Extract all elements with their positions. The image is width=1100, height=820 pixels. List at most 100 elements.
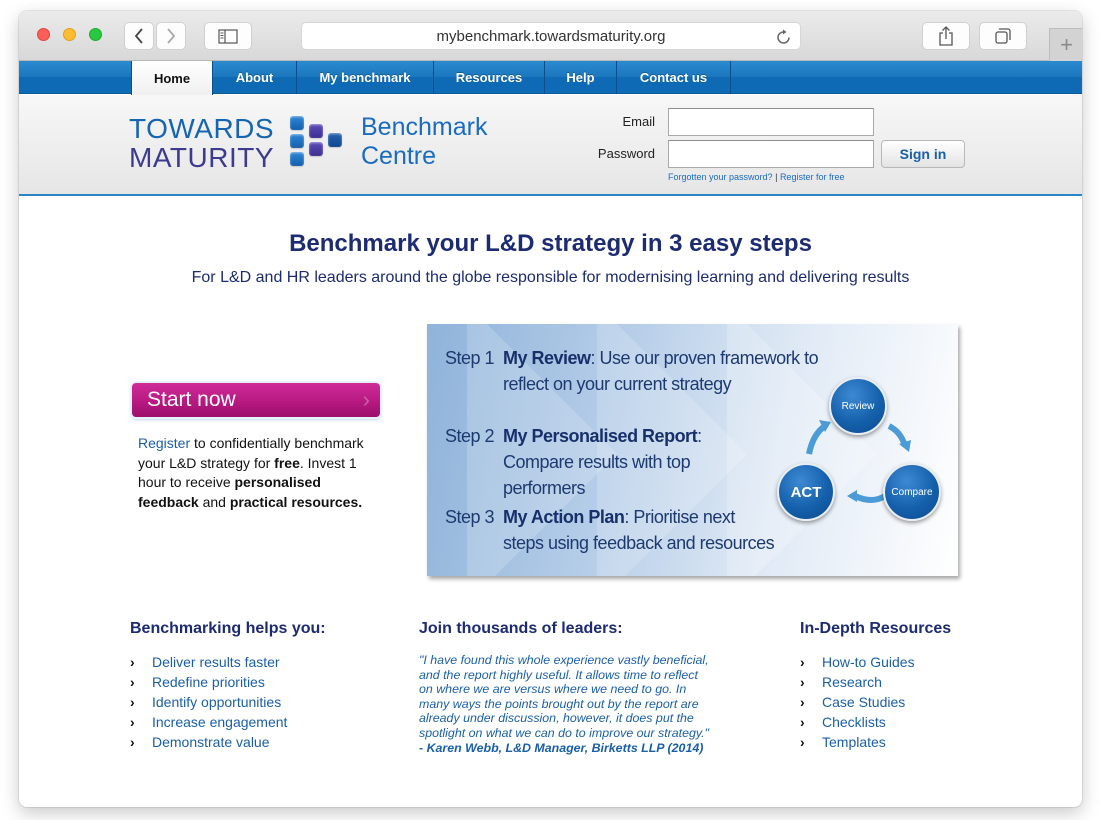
list-item-label: How-to Guides	[822, 654, 915, 670]
testimonial-title: Join thousands of leaders:	[419, 620, 623, 637]
step-description: My Action Plan: Prioritise next steps us…	[503, 504, 778, 556]
chevron-right-icon	[167, 28, 176, 44]
nav-contact-label: Contact us	[639, 70, 708, 85]
cycle-compare-node: Compare	[883, 463, 941, 521]
minimize-window-button[interactable]	[63, 28, 76, 41]
share-button[interactable]	[922, 22, 970, 50]
list-item[interactable]: › Templates	[800, 732, 915, 752]
resources-list: › How-to Guides › Research › Case Studies ›…	[800, 652, 915, 752]
chevron-right-icon: ›	[130, 654, 135, 670]
chevron-right-icon: ›	[800, 674, 805, 690]
email-label: Email	[622, 114, 655, 129]
testimonial-quote: "I have found this whole experience vast…	[419, 653, 709, 755]
chevron-right-icon: ›	[130, 674, 135, 690]
sign-in-button[interactable]: Sign in	[881, 140, 965, 168]
chevron-right-icon: ›	[800, 654, 805, 670]
quote-text: "I have found this whole experience vast…	[419, 653, 709, 740]
cycle-act-node: ACT	[777, 463, 835, 521]
list-item-label: Templates	[822, 734, 886, 750]
page-subtitle: For L&D and HR leaders around the globe …	[191, 269, 910, 286]
chevron-right-icon: ›	[130, 714, 135, 730]
share-icon	[939, 26, 953, 46]
chevron-right-icon: ›	[130, 694, 135, 710]
show-tabs-button[interactable]	[979, 22, 1027, 50]
reload-icon[interactable]	[776, 28, 792, 50]
nav-my-benchmark[interactable]: My benchmark	[297, 61, 434, 94]
product-name-line2: Centre	[361, 142, 437, 170]
chevron-right-icon: ›	[130, 734, 135, 750]
product-name-line1: Benchmark	[361, 113, 488, 141]
logo-text-maturity: MATURITY	[129, 142, 275, 173]
register-link[interactable]: Register	[138, 435, 190, 451]
nav-home-label: Home	[153, 70, 191, 86]
nav-help-label: Help	[566, 70, 595, 85]
zoom-window-button[interactable]	[89, 28, 102, 41]
nav-home[interactable]: Home	[131, 61, 213, 95]
main-nav: Home About My benchmark Resources Help C…	[19, 61, 1082, 95]
address-bar[interactable]: mybenchmark.towardsmaturity.org	[301, 22, 801, 50]
list-item-label: Increase engagement	[152, 714, 288, 730]
list-item[interactable]: › Increase engagement	[130, 712, 287, 732]
password-field[interactable]	[668, 140, 874, 168]
close-window-button[interactable]	[37, 28, 50, 41]
nav-resources-label: Resources	[455, 70, 523, 85]
list-item[interactable]: › Demonstrate value	[130, 732, 287, 752]
page-title: Benchmark your L&D strategy in 3 easy st…	[289, 230, 812, 257]
plus-icon: +	[1060, 32, 1073, 57]
sidebar-toggle-button[interactable]	[204, 22, 252, 50]
new-tab-button[interactable]: +	[1049, 28, 1082, 61]
list-item[interactable]: › Deliver results faster	[130, 652, 287, 672]
list-item-label: Demonstrate value	[152, 734, 270, 750]
register-text-3: and	[198, 493, 230, 510]
list-item-label: Identify opportunities	[152, 694, 282, 710]
nav-resources[interactable]: Resources	[434, 61, 545, 94]
chevron-right-icon: ›	[800, 734, 805, 750]
step-title: My Personalised Report	[503, 426, 698, 446]
list-item[interactable]: › Research	[800, 672, 915, 692]
site-header: TOWARDS MATURITY Benchmark Centre Email …	[19, 95, 1082, 196]
register-description: Register to confidentially benchmark you…	[138, 434, 378, 512]
list-item-label: Checklists	[822, 714, 886, 730]
step-description: My Personalised Report: Compare results …	[503, 423, 763, 501]
benefits-title: Benchmarking helps you:	[130, 620, 326, 637]
chevron-right-icon: ›	[362, 387, 370, 412]
start-now-button[interactable]: Start now ›	[132, 383, 380, 417]
list-item[interactable]: › Redefine priorities	[130, 672, 287, 692]
step-title: My Action Plan	[503, 507, 625, 527]
start-now-label: Start now	[147, 388, 236, 411]
register-free-link[interactable]: Register for free	[780, 172, 845, 182]
forward-button[interactable]	[156, 22, 186, 50]
product-name: Benchmark Centre	[361, 113, 487, 171]
step-number: Step 1	[445, 348, 495, 368]
forgot-password-link[interactable]: Forgotten your password?	[668, 172, 773, 182]
list-item-label: Redefine priorities	[152, 674, 265, 690]
chevron-right-icon: ›	[800, 694, 805, 710]
list-item[interactable]: › Case Studies	[800, 692, 915, 712]
resources-title: In-Depth Resources	[800, 620, 952, 637]
list-item-label: Case Studies	[822, 694, 906, 710]
benefits-list: › Deliver results faster › Redefine priori…	[130, 652, 287, 752]
tabs-icon	[995, 28, 1011, 44]
back-button[interactable]	[124, 22, 154, 50]
register-text-free: free	[274, 454, 300, 471]
list-item[interactable]: › Identify opportunities	[130, 692, 287, 712]
list-item-label: Deliver results faster	[152, 654, 280, 670]
step-number: Step 3	[445, 507, 495, 527]
email-field[interactable]	[668, 108, 874, 136]
list-item[interactable]: › Checklists	[800, 712, 915, 732]
nav-about[interactable]: About	[213, 61, 297, 94]
quote-attribution: - Karen Webb, L&D Manager, Birketts LLP …	[419, 740, 704, 755]
nav-help[interactable]: Help	[545, 61, 617, 94]
password-label: Password	[597, 146, 655, 161]
list-item[interactable]: › How-to Guides	[800, 652, 915, 672]
step-number: Step 2	[445, 426, 495, 446]
cycle-review-node: Review	[829, 377, 887, 435]
logo-text-towards: TOWARDS	[129, 113, 275, 144]
browser-toolbar: mybenchmark.towardsmaturity.org +	[19, 11, 1082, 61]
chevron-left-icon	[134, 28, 143, 44]
steps-banner: Step 1 My Review: Use our proven framewo…	[427, 324, 958, 576]
link-separator: |	[775, 172, 778, 182]
nav-contact-us[interactable]: Contact us	[617, 61, 731, 94]
step-title: My Review	[503, 348, 591, 368]
list-item-label: Research	[822, 674, 882, 690]
